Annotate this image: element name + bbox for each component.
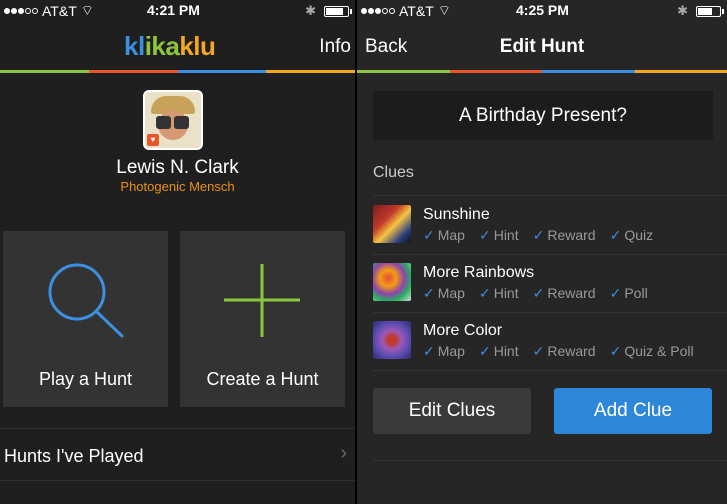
clue-thumbnail	[373, 263, 411, 301]
avatar[interactable]: ♥	[143, 90, 203, 150]
clue-tag: ✓ Reward	[532, 285, 596, 301]
clue-tag: ✓ Reward	[532, 227, 596, 243]
clue-tag: ✓ Poll	[609, 285, 648, 301]
wifi-icon: ⌔	[80, 2, 94, 18]
checkmark-icon: ✓	[423, 227, 435, 243]
clue-thumbnail	[373, 321, 411, 359]
clue-tag: ✓ Quiz	[609, 227, 654, 243]
clue-tag: ✓ Map	[423, 343, 465, 359]
clue-row[interactable]: More Color ✓ Map ✓ Hint ✓ Reward ✓ Quiz & Po…	[373, 312, 727, 370]
clue-row[interactable]: More Rainbows ✓ Map ✓ Hint ✓ Reward ✓ Poll	[373, 254, 727, 312]
checkmark-icon: ✓	[423, 285, 435, 301]
status-time: 4:25 PM	[516, 2, 569, 18]
magnifier-icon	[48, 263, 124, 338]
carrier-label: AT&T	[42, 3, 77, 19]
clue-tag: ✓ Hint	[478, 285, 519, 301]
checkmark-icon: ✓	[478, 285, 491, 301]
checkmark-icon: ✓	[478, 343, 491, 359]
nav-bar: klikaklu Info	[0, 22, 355, 70]
profile-subtitle: Photogenic Mensch	[120, 179, 235, 194]
status-time: 4:21 PM	[147, 2, 200, 18]
next-list-row[interactable]	[0, 480, 355, 504]
bluetooth-icon: ✱	[305, 3, 316, 18]
add-clue-button[interactable]: Add Clue	[554, 388, 712, 434]
clue-tags: ✓ Map ✓ Hint ✓ Reward ✓ Quiz & Poll	[423, 343, 694, 360]
plus-icon	[224, 264, 300, 337]
clues-section-label: Clues	[373, 164, 414, 181]
clue-tags: ✓ Map ✓ Hint ✓ Reward ✓ Poll	[423, 285, 648, 302]
clue-tags: ✓ Map ✓ Hint ✓ Reward ✓ Quiz	[423, 227, 653, 244]
profile-header: ♥ Lewis N. Clark Photogenic Mensch	[0, 73, 355, 211]
clue-title: Sunshine	[423, 206, 490, 223]
clue-tag: ✓ Map	[423, 285, 465, 301]
carrier-indicator: AT&T ⌔	[361, 2, 451, 20]
clue-title: More Color	[423, 322, 503, 339]
play-hunt-tile[interactable]: Play a Hunt	[3, 231, 168, 407]
carrier-indicator: AT&T ⌔	[4, 2, 94, 20]
wifi-icon: ⌔	[437, 2, 451, 18]
hunts-played-row[interactable]: Hunts I've Played ›	[0, 428, 355, 480]
chevron-right-icon: ›	[340, 442, 347, 464]
home-screen: AT&T ⌔ 4:21 PM ✱ klikaklu Info ♥ Lewis N…	[0, 0, 355, 504]
checkmark-icon: ✓	[478, 227, 491, 243]
checkmark-icon: ✓	[609, 285, 622, 301]
checkmark-icon: ✓	[609, 343, 622, 359]
nav-bar: Back Edit Hunt	[357, 22, 727, 70]
klikaklu-logo: klikaklu	[124, 31, 216, 61]
clue-row[interactable]: Sunshine ✓ Map ✓ Hint ✓ Reward ✓ Quiz	[373, 196, 727, 254]
bluetooth-icon: ✱	[677, 3, 688, 18]
hunt-title-field[interactable]: A Birthday Present?	[373, 91, 713, 140]
checkmark-icon: ✓	[532, 227, 545, 243]
create-hunt-tile[interactable]: Create a Hunt	[180, 231, 345, 407]
hunts-played-label: Hunts I've Played	[4, 446, 144, 466]
checkmark-icon: ✓	[532, 285, 545, 301]
signal-icon	[4, 8, 38, 14]
profile-name: Lewis N. Clark	[116, 157, 239, 178]
play-hunt-label: Play a Hunt	[38, 369, 133, 389]
signal-icon	[361, 8, 395, 14]
list-divider	[373, 460, 727, 461]
carrier-label: AT&T	[399, 3, 434, 19]
battery-icon	[324, 5, 352, 17]
checkmark-icon: ✓	[609, 227, 622, 243]
edit-hunt-screen: AT&T ⌔ 4:25 PM ✱ Back Edit Hunt A Birthd…	[357, 0, 727, 504]
clue-tag: ✓ Map	[423, 227, 465, 243]
badge-icon: ♥	[147, 134, 159, 146]
checkmark-icon: ✓	[423, 343, 435, 359]
battery-icon	[696, 5, 724, 17]
create-hunt-label: Create a Hunt	[206, 369, 319, 389]
clue-tag: ✓ Reward	[532, 343, 596, 359]
edit-clues-button[interactable]: Edit Clues	[373, 388, 531, 434]
checkmark-icon: ✓	[532, 343, 545, 359]
clue-tag: ✓ Quiz & Poll	[609, 343, 694, 359]
status-bar: AT&T ⌔ 4:21 PM ✱	[0, 0, 355, 22]
page-title: Edit Hunt	[499, 36, 585, 57]
status-bar: AT&T ⌔ 4:25 PM ✱	[357, 0, 727, 22]
info-button[interactable]: Info	[319, 36, 351, 58]
clue-thumbnail	[373, 205, 411, 243]
rainbow-divider	[357, 70, 727, 73]
clue-title: More Rainbows	[423, 264, 535, 281]
clue-tag: ✓ Hint	[478, 227, 519, 243]
clue-tag: ✓ Hint	[478, 343, 519, 359]
